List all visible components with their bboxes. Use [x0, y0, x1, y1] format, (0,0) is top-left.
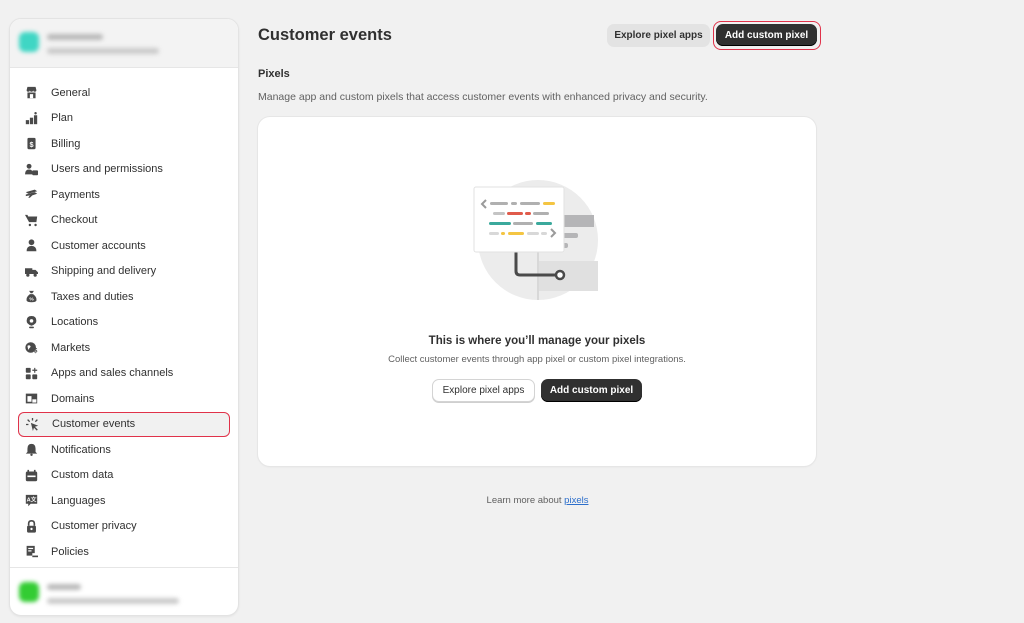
user-avatar — [19, 582, 39, 602]
bell-icon — [24, 443, 38, 457]
explore-pixel-apps-button[interactable]: Explore pixel apps — [607, 24, 710, 47]
sidebar-item-label: Users and permissions — [51, 163, 163, 176]
sidebar-item-customer-privacy[interactable]: Customer privacy — [18, 514, 230, 540]
sidebar-item-label: Notifications — [51, 443, 111, 456]
svg-text:$: $ — [29, 140, 33, 149]
sidebar-item-label: Locations — [51, 316, 99, 329]
sidebar-item-notifications[interactable]: Notifications — [18, 437, 230, 463]
sidebar-item-label: Custom data — [51, 469, 114, 482]
store-name-redacted — [47, 34, 103, 40]
pixels-illustration — [473, 180, 598, 300]
sidebar-item-label: Domains — [51, 392, 95, 405]
store-url-redacted — [47, 48, 159, 54]
users-icon — [24, 162, 38, 176]
sidebar-item-label: Taxes and duties — [51, 290, 134, 303]
user-name-redacted — [47, 584, 81, 590]
location-pin-icon — [24, 315, 38, 329]
store-icon — [24, 86, 38, 100]
sidebar-item-policies[interactable]: Policies — [18, 539, 230, 565]
pixels-help-link[interactable]: pixels — [564, 495, 588, 506]
highlight-outline: Add custom pixel — [713, 21, 821, 50]
account-footer[interactable] — [10, 567, 238, 615]
apps-icon — [24, 366, 38, 380]
sidebar-item-label: Checkout — [51, 214, 98, 227]
empty-state-title: This is where you’ll manage your pixels — [428, 335, 646, 347]
learn-more-prefix: Learn more about — [486, 495, 565, 506]
lock-icon — [24, 519, 38, 533]
sidebar-item-customer-accounts[interactable]: Customer accounts — [18, 233, 230, 259]
svg-text:%: % — [29, 297, 34, 303]
sidebar-item-label: General — [51, 86, 91, 99]
store-avatar — [19, 32, 39, 52]
learn-more-text: Learn more about pixels — [0, 495, 1024, 506]
sidebar-item-shipping-and-delivery[interactable]: Shipping and delivery — [18, 259, 230, 285]
sidebar-item-label: Apps and sales channels — [51, 367, 174, 380]
sidebar-item-label: Shipping and delivery — [51, 265, 157, 278]
sidebar-item-label: Customer accounts — [51, 239, 146, 252]
sidebar-item-billing[interactable]: $ Billing — [18, 131, 230, 157]
settings-sidebar: General Plan $ Billing Users and permissions… — [9, 18, 239, 616]
sidebar-item-users-and-permissions[interactable]: Users and permissions — [18, 157, 230, 183]
sidebar-item-label: Billing — [51, 137, 81, 150]
sidebar-item-label: Markets — [51, 341, 91, 354]
sidebar-item-domains[interactable]: Domains — [18, 386, 230, 412]
globe-icon: $ — [24, 341, 38, 355]
empty-explore-pixel-apps-button[interactable]: Explore pixel apps — [432, 379, 535, 402]
domains-icon — [24, 392, 38, 406]
tax-bag-icon: % — [24, 290, 38, 304]
empty-state-description: Collect customer events through app pixe… — [388, 354, 686, 365]
sidebar-item-label: Customer events — [52, 418, 136, 431]
sidebar-item-taxes-and-duties[interactable]: % Taxes and duties — [18, 284, 230, 310]
sidebar-item-label: Customer privacy — [51, 520, 137, 533]
pixels-empty-state-card: This is where you’ll manage your pixels … — [258, 117, 816, 466]
sidebar-item-apps-and-sales-channels[interactable]: Apps and sales channels — [18, 361, 230, 387]
sidebar-item-general[interactable]: General — [18, 80, 230, 106]
section-title: Pixels — [258, 68, 290, 80]
illus-code-panel — [473, 186, 565, 253]
sidebar-item-plan[interactable]: Plan — [18, 106, 230, 132]
section-description: Manage app and custom pixels that access… — [258, 91, 708, 103]
svg-text:$: $ — [33, 348, 37, 355]
payments-icon — [24, 188, 38, 202]
sidebar-item-label: Policies — [51, 545, 89, 558]
settings-nav: General Plan $ Billing Users and permissions… — [10, 68, 238, 565]
person-icon — [24, 239, 38, 253]
sidebar-item-markets[interactable]: $ Markets — [18, 335, 230, 361]
sidebar-item-payments[interactable]: Payments — [18, 182, 230, 208]
sidebar-item-custom-data[interactable]: Custom data — [18, 463, 230, 489]
custom-data-icon — [24, 468, 38, 482]
plan-icon — [24, 111, 38, 125]
store-switcher[interactable] — [10, 19, 238, 68]
billing-icon: $ — [24, 137, 38, 151]
sidebar-item-label: Plan — [51, 112, 74, 125]
add-custom-pixel-button[interactable]: Add custom pixel — [716, 24, 817, 46]
sidebar-item-checkout[interactable]: Checkout — [18, 208, 230, 234]
customer-events-icon — [25, 417, 39, 431]
policies-icon — [24, 545, 38, 559]
empty-add-custom-pixel-button[interactable]: Add custom pixel — [541, 379, 642, 402]
truck-icon — [24, 264, 38, 278]
cart-icon — [24, 213, 38, 227]
user-email-redacted — [47, 598, 179, 604]
sidebar-item-customer-events[interactable]: Customer events — [18, 411, 230, 437]
sidebar-item-label: Payments — [51, 188, 100, 201]
page-title: Customer events — [258, 26, 392, 44]
sidebar-item-locations[interactable]: Locations — [18, 310, 230, 336]
